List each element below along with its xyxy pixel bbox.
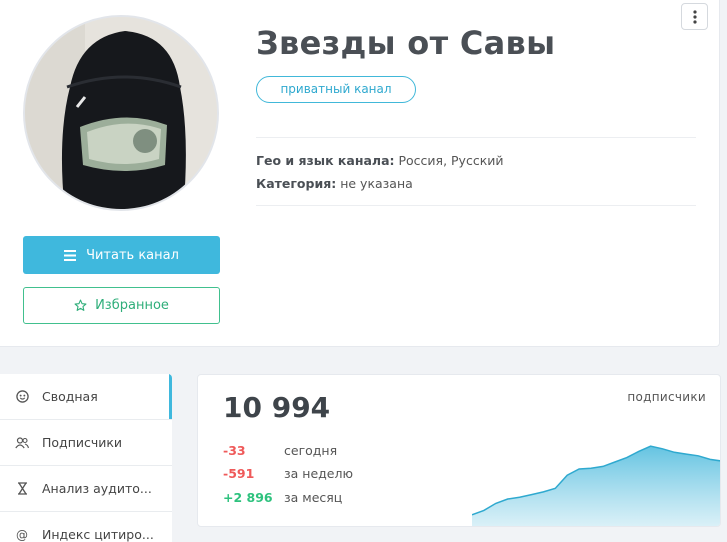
summary-icon: [14, 390, 30, 403]
delta-value: +2 896: [223, 490, 273, 505]
geo-value: Россия, Русский: [394, 153, 504, 168]
sidebar-item-label: Анализ аудито...: [42, 481, 152, 496]
subscribers-stats-card: 10 994 подписчики -33 сегодня -591 за не…: [197, 374, 721, 527]
sidebar-nav: Сводная Подписчики Анализ аудито... @ Ин…: [0, 374, 172, 542]
hourglass-icon: [14, 482, 30, 495]
subscribers-total: 10 994: [223, 391, 331, 424]
sidebar-item-label: Сводная: [42, 389, 98, 404]
delta-today: -33 сегодня: [223, 443, 337, 458]
delta-week: -591 за неделю: [223, 466, 353, 481]
subscribers-sparkline: [472, 445, 720, 526]
delta-month: +2 896 за месяц: [223, 490, 342, 505]
at-icon: @: [16, 527, 28, 542]
private-channel-badge: приватный канал: [256, 76, 416, 103]
delta-period: за неделю: [284, 466, 353, 481]
channel-title: Звезды от Савы: [256, 24, 556, 62]
geo-language-line: Гео и язык канала: Россия, Русский: [256, 153, 504, 168]
read-channel-label: Читать канал: [86, 247, 179, 263]
sidebar-item-label: Индекс цитиро...: [42, 527, 154, 542]
category-label: Категория:: [256, 176, 337, 191]
star-icon: [74, 299, 87, 311]
divider: [256, 137, 696, 138]
sidebar-item-label: Подписчики: [42, 435, 123, 450]
subscribers-icon: [14, 436, 30, 449]
delta-period: сегодня: [284, 443, 338, 458]
sidebar-item-audience-analysis[interactable]: Анализ аудито...: [0, 466, 172, 512]
sparkline-area: [472, 446, 720, 526]
read-channel-button[interactable]: Читать канал: [23, 236, 220, 274]
kebab-menu-icon: [692, 9, 697, 24]
delta-period: за месяц: [284, 490, 343, 505]
divider: [256, 205, 696, 206]
list-icon: [64, 249, 77, 261]
channel-avatar: [23, 15, 219, 211]
category-value: не указана: [336, 176, 413, 191]
more-options-button[interactable]: [681, 3, 708, 30]
delta-value: -591: [223, 466, 255, 481]
sidebar-item-citation-index[interactable]: @ Индекс цитиро...: [0, 512, 172, 542]
category-line: Категория: не указана: [256, 176, 413, 191]
delta-value: -33: [223, 443, 246, 458]
favorite-button[interactable]: Избранное: [23, 287, 220, 324]
sidebar-item-summary[interactable]: Сводная: [0, 374, 172, 420]
geo-label: Гео и язык канала:: [256, 153, 395, 168]
favorite-label: Избранное: [95, 298, 169, 313]
avatar-image: [25, 17, 217, 209]
sidebar-item-subscribers[interactable]: Подписчики: [0, 420, 172, 466]
subscribers-label: подписчики: [627, 390, 706, 404]
channel-header-card: Звезды от Савы приватный канал Гео и язы…: [0, 0, 720, 347]
